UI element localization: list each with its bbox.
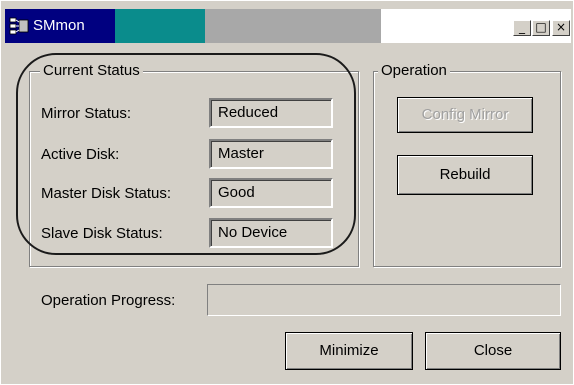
title-bar-inactive-segment <box>205 9 381 43</box>
close-window-button[interactable]: × <box>552 20 570 36</box>
maximize-icon: □ <box>535 20 547 34</box>
close-icon: × <box>555 20 567 34</box>
active-disk-value: Master <box>209 139 333 169</box>
minimize-button[interactable]: Minimize <box>285 332 413 370</box>
minimize-window-button[interactable]: _ <box>513 20 531 36</box>
title-bar[interactable]: SMmon _ □ × <box>5 9 571 43</box>
minimize-icon: _ <box>519 20 525 34</box>
slave-disk-status-label: Slave Disk Status: <box>41 225 163 242</box>
maximize-window-button[interactable]: □ <box>532 20 550 36</box>
rebuild-button[interactable]: Rebuild <box>397 155 533 195</box>
smmon-window: SMmon _ □ × Current Status Mirror Status… <box>0 0 574 385</box>
close-button[interactable]: Close <box>425 332 561 370</box>
operation-progress-label: Operation Progress: <box>41 292 176 309</box>
master-disk-status-value: Good <box>209 178 333 208</box>
mirror-status-value: Reduced <box>209 98 333 128</box>
active-disk-label: Active Disk: <box>41 146 120 163</box>
app-window-icon[interactable] <box>9 17 29 35</box>
title-bar-gradient-segment <box>115 9 205 43</box>
config-mirror-button[interactable]: Config Mirror <box>397 97 533 133</box>
current-status-title: Current Status <box>40 62 143 80</box>
operation-title: Operation <box>378 62 450 80</box>
mirror-status-label: Mirror Status: <box>41 105 132 122</box>
window-title: SMmon <box>33 17 85 34</box>
operation-progress-bar <box>207 284 561 316</box>
slave-disk-status-value: No Device <box>209 218 333 248</box>
master-disk-status-label: Master Disk Status: <box>41 185 172 202</box>
